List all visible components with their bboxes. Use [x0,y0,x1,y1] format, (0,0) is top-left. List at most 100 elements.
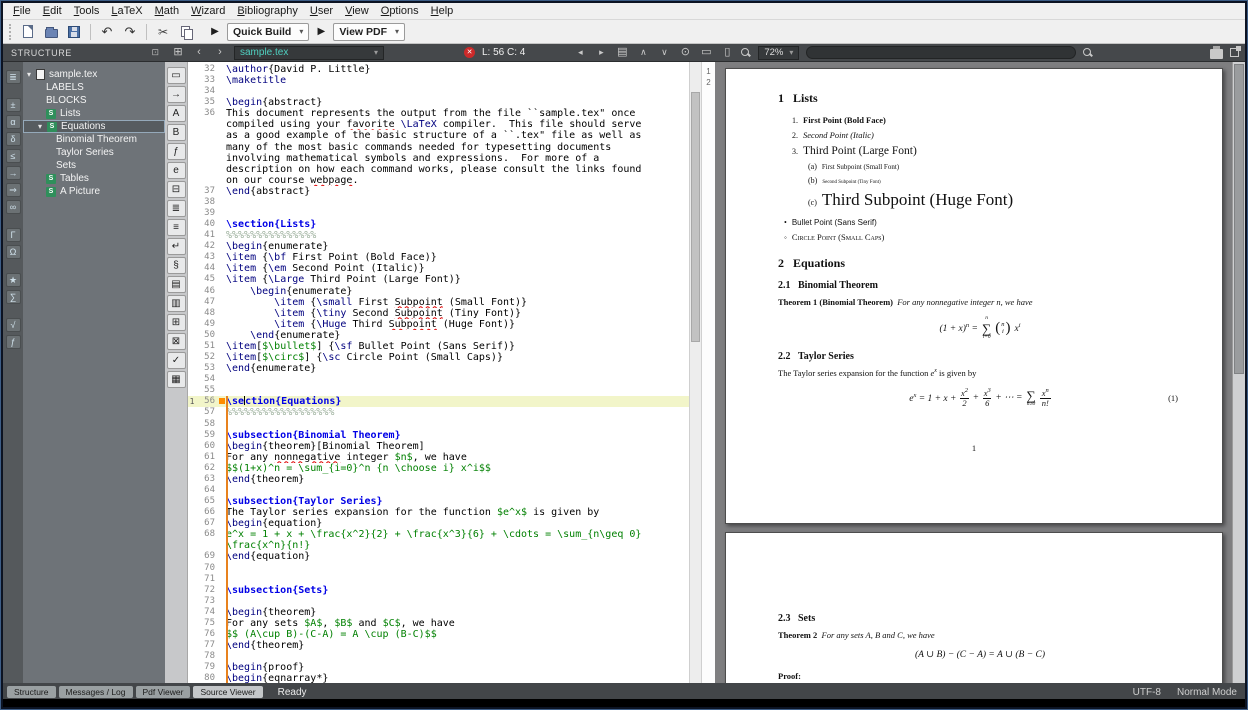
code-line[interactable]: 63\end{theorem} [188,474,701,485]
code-line[interactable]: many of the most basic commands needed f… [188,142,701,153]
code-line[interactable]: 70 [188,563,701,574]
line-mark[interactable]: 2 [702,77,715,88]
status-tab-structure[interactable]: Structure [7,686,56,698]
code-line[interactable]: 54 [188,374,701,385]
status-tab-source-viewer[interactable]: Source Viewer [193,686,262,698]
code-line[interactable]: 72\subsection{Sets} [188,585,701,596]
code-line[interactable]: 35\begin{abstract} [188,97,701,108]
zoom-select[interactable]: 72% ▾ [758,46,799,60]
menu-help[interactable]: Help [425,4,460,18]
presentation-icon[interactable]: ⊙ [678,47,692,58]
side-panel-icon[interactable]: ƒ [6,335,21,349]
code-line[interactable]: 55 [188,385,701,396]
code-line[interactable]: 73 [188,596,701,607]
code-line[interactable]: 75For any sets $A$, $B$ and $C$, we have [188,618,701,629]
structure-item-lists[interactable]: SLists [23,107,165,120]
symbol-button[interactable]: ✓ [167,352,186,369]
code-line[interactable]: 74\begin{theorem} [188,607,701,618]
code-line[interactable]: 59\subsection{Binomial Theorem} [188,430,701,441]
symbol-button[interactable]: e [167,162,186,179]
view-pdf-select[interactable]: View PDF▾ [333,23,405,41]
open-file-button[interactable] [41,22,61,42]
magnifier-icon[interactable] [741,48,751,58]
scrollbar-thumb[interactable] [691,92,700,342]
quick-build-select[interactable]: Quick Build▾ [227,23,309,41]
pdf-scrollbar[interactable] [1232,62,1245,683]
side-panel-icon[interactable]: ∞ [6,200,21,214]
structure-item-a-picture[interactable]: SA Picture [23,185,165,198]
code-line[interactable]: 57%%%%%%%%%%%%%%%%%% [188,407,701,418]
code-line[interactable]: as a good example of the basic structure… [188,130,701,141]
quick-build-run-button[interactable]: ▶ [205,22,225,42]
code-line[interactable]: 60\begin{theorem}[Binomial Theorem] [188,441,701,452]
side-panel-icon[interactable]: α [6,115,21,129]
scrollbar-thumb[interactable] [1234,64,1244,374]
menu-options[interactable]: Options [375,4,425,18]
pdf-viewer[interactable]: 1 Lists 1.First Point (Bold Face)2.Secon… [715,62,1245,683]
code-line[interactable]: 71 [188,574,701,585]
pdf-search-input[interactable] [806,46,1076,59]
next-bookmark-icon[interactable]: ▸ [594,48,608,57]
line-mark[interactable]: 1 [702,66,715,77]
code-line[interactable]: on our course webpage. [188,175,701,186]
menu-bibliography[interactable]: Bibliography [231,4,304,18]
print-icon[interactable] [1210,49,1223,59]
code-line[interactable]: description on how each command works, p… [188,164,701,175]
symbol-button[interactable]: ⊟ [167,181,186,198]
symbol-button[interactable]: ▦ [167,371,186,388]
code-line[interactable]: 156\section{Equations} [188,396,701,407]
side-panel-icon[interactable]: Ω [6,245,21,259]
detach-viewer-icon[interactable] [1230,48,1239,57]
chevron-down-icon[interactable]: ∨ [657,48,671,57]
code-line[interactable]: 45\item {\Large Third Point (Large Font)… [188,274,701,285]
code-line[interactable]: 77\end{theorem} [188,640,701,651]
structure-item-sample-tex[interactable]: ▾sample.tex [23,68,165,81]
panel-options-icon[interactable]: ⊡ [151,47,159,58]
symbol-button[interactable]: ▥ [167,295,186,312]
code-line[interactable]: 80\begin{eqnarray*} [188,673,701,683]
code-line[interactable]: 68e^x = 1 + x + \frac{x^2}{2} + \frac{x^… [188,529,701,540]
editor-scrollbar[interactable] [689,62,701,683]
encoding-label[interactable]: UTF-8 [1133,687,1161,698]
code-line[interactable]: 61For any nonnegative integer $n$, we ha… [188,452,701,463]
forward-icon[interactable]: › [213,47,227,58]
side-panel-icon[interactable]: ± [6,98,21,112]
code-line[interactable]: 38 [188,197,701,208]
code-line[interactable]: 64 [188,485,701,496]
symbol-button[interactable]: ƒ [167,143,186,160]
code-line[interactable]: 66The Taylor series expansion for the fu… [188,507,701,518]
code-line[interactable]: \frac{x^n}{n!} [188,540,701,551]
editor[interactable]: 32\author{David P. Little}33\maketitle34… [188,62,701,683]
code-line[interactable]: 62$$(1+x)^n = \sum_{i=0}^n {n \choose i}… [188,463,701,474]
side-panel-icon[interactable]: δ [6,132,21,146]
code-line[interactable]: 53\end{enumerate} [188,363,701,374]
back-icon[interactable]: ‹ [192,47,206,58]
undo-button[interactable]: ↶ [97,22,117,42]
symbol-button[interactable]: § [167,257,186,274]
code-line[interactable]: 32\author{David P. Little} [188,64,701,75]
previous-bookmark-icon[interactable]: ◂ [573,48,587,57]
menu-wizard[interactable]: Wizard [185,4,231,18]
structure-item-equations[interactable]: ▾SEquations [23,120,165,133]
fit-width-icon[interactable]: ▭ [699,47,713,58]
open-document-select[interactable]: sample.tex ▾ [234,46,384,60]
menu-math[interactable]: Math [149,4,185,18]
side-panel-icon[interactable]: Γ [6,228,21,242]
code-line[interactable]: 50 \end{enumerate} [188,330,701,341]
side-panel-icon[interactable]: ★ [6,273,21,287]
side-panel-icon[interactable]: ≣ [6,70,21,84]
side-panel-icon[interactable]: √ [6,318,21,332]
new-file-button[interactable] [18,22,38,42]
code-line[interactable]: 51\item[$\bullet$] {\sf Bullet Point (Sa… [188,341,701,352]
structure-item-blocks[interactable]: BLOCKS [23,94,165,107]
side-panel-icon[interactable]: ⇒ [6,183,21,197]
code-line[interactable]: 58 [188,419,701,430]
menu-tools[interactable]: Tools [68,4,106,18]
code-line[interactable]: 67\begin{equation} [188,518,701,529]
structure-item-tables[interactable]: STables [23,172,165,185]
fit-page-icon[interactable]: ▯ [720,47,734,58]
side-panel-icon[interactable]: → [6,166,21,180]
expander-icon[interactable]: ▾ [27,70,36,79]
code-line[interactable]: 36This document represents the output fr… [188,108,701,119]
symbol-button[interactable]: ▭ [167,67,186,84]
